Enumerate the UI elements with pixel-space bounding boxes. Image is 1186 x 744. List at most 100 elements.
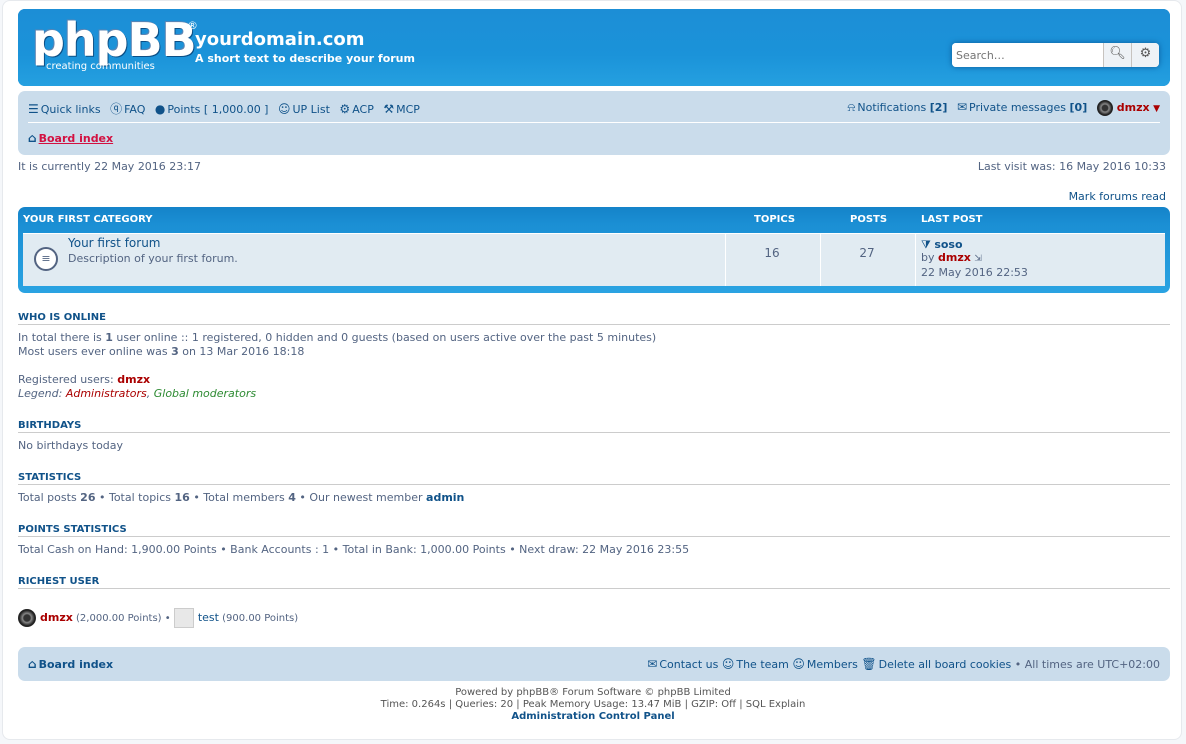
the-team-link[interactable]: ☺ The team — [721, 657, 789, 671]
delete-cookies-link[interactable]: 🗑︎ Delete all board cookies — [861, 657, 1011, 671]
points-statistics-text: Total Cash on Hand: 1,900.00 Points • Ba… — [18, 543, 690, 556]
avatar — [18, 609, 36, 627]
forum-topics-count: 16 — [764, 246, 780, 260]
avatar-placeholder-icon — [173, 608, 194, 628]
faq-link[interactable]: ⓠ FAQ — [110, 102, 149, 116]
acp-footer-link[interactable]: Administration Control Panel — [511, 711, 674, 722]
up-list-label: UP List — [292, 103, 330, 116]
acp-label: ACP — [352, 103, 374, 116]
footer-board-index-link[interactable]: ⌂ Board index — [28, 657, 113, 671]
col-lastpost-header: LAST POST — [921, 214, 983, 225]
online-user-link[interactable]: dmzx — [117, 373, 150, 386]
hamburger-icon: ☰ — [28, 102, 39, 116]
birthdays-text: No birthdays today — [18, 439, 124, 452]
current-time: It is currently 22 May 2016 23:17 — [18, 160, 202, 173]
acp-link[interactable]: ⚙ ACP — [339, 102, 377, 116]
statistics-line: Total posts 26 • Total topics 16 • Total… — [18, 491, 465, 504]
richest-users-line: dmzx (2,000.00 Points) • test (900.00 Po… — [18, 608, 298, 628]
search-box: 🔍︎ ⚙ — [952, 43, 1159, 67]
home-icon: ⌂ — [28, 657, 37, 671]
birthdays-heading: BIRTHDAYS — [18, 420, 1170, 433]
legend-line: Legend: Administrators, Global moderator… — [18, 387, 257, 400]
registered-users-line: Registered users: dmzx — [18, 373, 151, 386]
newest-member-link[interactable]: admin — [426, 491, 464, 504]
online-total-line: In total there is 1 user online :: 1 reg… — [18, 331, 657, 344]
site-title[interactable]: yourdomain.com — [195, 29, 365, 50]
user-menu[interactable]: dmzx ▼ — [1096, 100, 1160, 116]
powered-by: Powered by phpBB® Forum Software © phpBB… — [455, 687, 731, 698]
points-link[interactable]: ● Points [ 1,000.00 ] — [154, 102, 272, 116]
forum-read-icon: ≡ — [34, 247, 58, 271]
quick-links-menu[interactable]: ☰ Quick links — [28, 102, 104, 116]
notifications-link[interactable]: ⍾ Notifications [2] — [847, 100, 951, 114]
advanced-search-button[interactable]: ⚙ — [1131, 43, 1159, 67]
shield-icon: ☺ — [721, 657, 735, 671]
col-topics-header: TOPICS — [754, 214, 796, 225]
legend-administrators-link[interactable]: Administrators — [66, 387, 147, 400]
gavel-icon: ⚒ — [383, 102, 395, 116]
view-latest-post-icon[interactable]: ⇲ — [974, 254, 982, 264]
coins-icon: ● — [154, 102, 166, 116]
breadcrumb: ⌂ Board index — [28, 131, 113, 145]
last-post-title-link[interactable]: soso — [934, 238, 962, 251]
notifications-count: [2] — [929, 101, 948, 114]
last-post-by-prefix: by — [921, 251, 935, 264]
home-icon: ⌂ — [28, 131, 37, 145]
points-statistics-heading: POINTS STATISTICS — [18, 524, 1170, 537]
username: dmzx — [1116, 101, 1150, 114]
quick-links-label: Quick links — [40, 103, 101, 116]
search-button[interactable]: 🔍︎ — [1103, 43, 1131, 67]
search-input[interactable] — [952, 43, 1100, 67]
points-label: Points [ 1,000.00 ] — [167, 103, 269, 116]
last-post-date: 22 May 2016 22:53 — [921, 266, 1028, 279]
forum-category: YOUR FIRST CATEGORY TOPICS POSTS LAST PO… — [18, 207, 1170, 293]
who-is-online-heading[interactable]: WHO IS ONLINE — [18, 312, 1170, 325]
envelope-icon: ✉ — [956, 100, 967, 114]
contact-us-link[interactable]: ✉ Contact us — [647, 657, 718, 671]
logo-text: phpBB — [32, 13, 197, 67]
last-post-info: ⧩ soso by dmzx ⇲ 22 May 2016 22:53 — [921, 238, 1028, 279]
gear-icon: ⚙ — [1139, 46, 1152, 61]
mcp-link[interactable]: ⚒ MCP — [383, 102, 420, 116]
col-posts-header: POSTS — [850, 214, 888, 225]
bell-icon: ⍾ — [847, 100, 856, 114]
notifications-label: Notifications — [857, 101, 927, 114]
search-icon: 🔍︎ — [1109, 46, 1126, 61]
mcp-label: MCP — [396, 103, 420, 116]
category-title[interactable]: YOUR FIRST CATEGORY — [23, 214, 153, 225]
statistics-heading: STATISTICS — [18, 472, 1170, 485]
legend-global-moderators-link[interactable]: Global moderators — [154, 387, 256, 400]
avatar — [1096, 100, 1113, 116]
timezone-text: • All times are UTC+02:00 — [1014, 658, 1160, 671]
private-messages-link[interactable]: ✉ Private messages [0] — [956, 100, 1091, 114]
site-description: A short text to describe your forum — [195, 52, 415, 65]
phpbb-logo[interactable]: phpBB ® creating communities — [32, 15, 198, 73]
last-visit: Last visit was: 16 May 2016 10:33 — [977, 160, 1166, 173]
site-header: phpBB ® creating communities yourdomain.… — [18, 9, 1170, 86]
second-user-link[interactable]: test — [198, 611, 219, 624]
forum-row: ≡ Your first forum Description of your f… — [23, 233, 1165, 286]
page-wrapper: phpBB ® creating communities yourdomain.… — [2, 0, 1182, 740]
up-list-link[interactable]: ☺ UP List — [277, 102, 333, 116]
users-icon: ☺ — [792, 657, 805, 671]
envelope-icon: ✉ — [647, 657, 658, 671]
richest-user-link[interactable]: dmzx — [40, 611, 73, 624]
mark-forums-read-link[interactable]: Mark forums read — [1069, 190, 1166, 203]
forum-posts-count: 27 — [859, 246, 875, 260]
question-icon: ⓠ — [110, 102, 123, 116]
forum-name-link[interactable]: Your first forum — [68, 236, 161, 250]
debug-stats: Time: 0.264s | Queries: 20 | Peak Memory… — [380, 699, 806, 710]
pm-label: Private messages — [969, 101, 1067, 114]
members-link[interactable]: ☺ Members — [792, 657, 858, 671]
topic-icon: ⧩ — [921, 238, 931, 251]
richest-user-heading: RICHEST USER — [18, 576, 1170, 589]
users-icon: ☺ — [277, 102, 291, 116]
last-post-author-link[interactable]: dmzx — [938, 251, 971, 264]
faq-label: FAQ — [124, 103, 146, 116]
trash-icon: 🗑︎ — [861, 657, 877, 671]
caret-down-icon: ▼ — [1153, 104, 1160, 114]
cogs-icon: ⚙ — [339, 102, 351, 116]
breadcrumb-board-index[interactable]: Board index — [39, 132, 114, 145]
pm-count: [0] — [1069, 101, 1088, 114]
online-record-line: Most users ever online was 3 on 13 Mar 2… — [18, 345, 305, 358]
